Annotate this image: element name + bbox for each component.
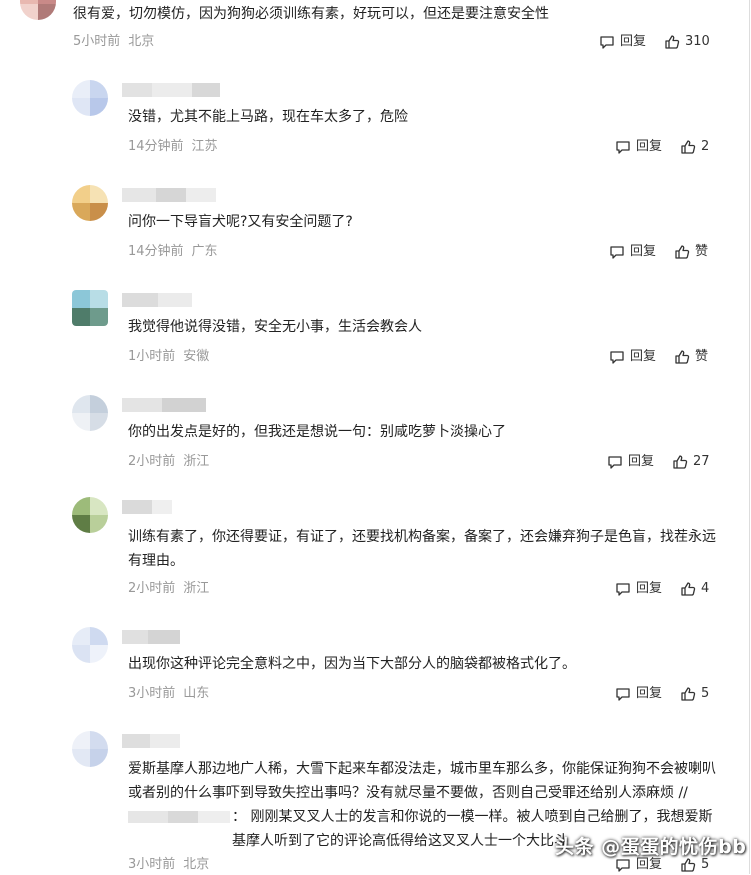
comment-location: 广东 [191,244,218,259]
comment-text: 没错，尤其不能上马路，现在车太多了，危险 [128,109,408,125]
like-count: 赞 [695,244,709,259]
like-button[interactable]: 310 [664,32,710,52]
like-button[interactable]: 5 [680,684,709,704]
thumbs-up-icon [673,455,688,469]
like-count: 赞 [695,349,709,364]
comment-location: 北京 [128,34,155,49]
reply-icon [600,36,614,49]
reply-label: 回复 [620,34,647,49]
comment-meta: 14分钟前 江苏 [128,137,218,157]
reply-label: 回复 [636,139,663,154]
avatar[interactable] [72,290,108,326]
reply-label: 回复 [636,581,663,596]
comment-item: 我觉得他说得没错，安全无小事，生活会教会人 1小时前 安徽 回复 赞 [0,290,751,390]
comment-text: 问你一下导盲犬呢?又有安全问题了? [128,214,353,230]
reply-label: 回复 [630,244,657,259]
comment-location: 江苏 [191,139,218,154]
reply-icon [616,688,630,701]
comment-location: 安徽 [183,349,210,364]
comment-location: 北京 [183,857,210,872]
comment-meta: 5小时前 北京 [73,32,154,52]
reply-button[interactable]: 回复 [609,242,656,262]
like-count: 5 [701,686,710,701]
thumbs-up-icon [681,858,696,872]
reply-label: 回复 [630,349,657,364]
thumbs-up-icon [681,582,696,596]
avatar[interactable] [72,731,108,767]
like-button[interactable]: 赞 [674,242,708,262]
comment-location: 浙江 [183,581,210,596]
comment-time: 3小时前 [128,857,176,872]
comment-item: 训练有素了，你还得要证，有证了，还要找机构备案，备案了，还会嫌弃狗子是色盲，找茬… [0,497,751,597]
username-blurred[interactable] [122,398,222,412]
comment-time: 2小时前 [128,454,176,469]
comment-time: 2小时前 [128,581,176,596]
reply-icon [616,141,630,154]
comment-time: 1小时前 [128,349,176,364]
comment-text: 训练有素了，你还得要证，有证了，还要找机构备案，备案了，还会嫌弃狗子是色盲，找茬… [128,529,716,569]
username-blurred[interactable] [122,188,222,202]
comment-location: 浙江 [183,454,210,469]
avatar[interactable] [72,627,108,663]
reply-icon [610,351,624,364]
like-button[interactable]: 27 [672,452,710,472]
reply-button[interactable]: 回复 [609,347,656,367]
comment-meta: 2小时前 浙江 [128,452,209,472]
comment-item: 问你一下导盲犬呢?又有安全问题了? 14分钟前 广东 回复 赞 [0,185,751,285]
like-count: 27 [693,454,710,469]
reply-icon [616,859,630,872]
reply-button[interactable]: 回复 [615,684,662,704]
comment-meta: 14分钟前 广东 [128,242,218,262]
avatar[interactable] [20,0,56,20]
watermark: 头条 @蛋蛋的忧伤bb [555,836,747,858]
reply-button[interactable]: 回复 [615,579,662,599]
username-blurred[interactable] [122,500,222,514]
comment-text: 你的出发点是好的，但我还是想说一句：别咸吃萝卜淡操心了 [128,424,506,440]
avatar[interactable] [72,497,108,533]
comment-meta: 1小时前 安徽 [128,347,209,367]
thumbs-up-icon [681,140,696,154]
username-blurred[interactable] [122,293,222,307]
comment-location: 山东 [183,686,210,701]
reply-button[interactable]: 回复 [615,137,662,157]
comment-meta: 3小时前 北京 [128,855,209,875]
comment-text: 爱斯基摩人那边地广人稀，大雪下起来车都没法走，城市里车那么多，你能保证狗狗不会被… [128,761,716,801]
thumbs-up-icon [665,35,680,49]
like-count: 310 [685,34,710,49]
comment-time: 14分钟前 [128,244,184,259]
comment-text: 我觉得他说得没错，安全无小事，生活会教会人 [128,319,422,335]
like-button[interactable]: 2 [680,137,709,157]
like-button[interactable]: 4 [680,579,709,599]
comment-item: 没错，尤其不能上马路，现在车太多了，危险 14分钟前 江苏 回复 2 [0,80,751,180]
comment-time: 14分钟前 [128,139,184,154]
reply-button[interactable]: 回复 [607,452,654,472]
comment-text: 很有爱，切勿模仿，因为狗狗必须训练有素，好玩可以，但还是要注意安全性 [73,6,549,22]
reply-label: 回复 [636,686,663,701]
comment-text: 出现你这种评论完全意料之中，因为当下大部分人的脑袋都被格式化了。 [128,656,576,672]
reply-icon [608,456,622,469]
comment-item: 出现你这种评论完全意料之中，因为当下大部分人的脑袋都被格式化了。 3小时前 山东 … [0,627,751,727]
thumbs-up-icon [675,350,690,364]
comment-meta: 2小时前 浙江 [128,579,209,599]
comment-item: 你的出发点是好的，但我还是想说一句：别咸吃萝卜淡操心了 2小时前 浙江 回复 27 [0,395,751,495]
like-count: 2 [701,139,710,154]
avatar[interactable] [72,185,108,221]
reply-icon [610,246,624,259]
comment-meta: 3小时前 山东 [128,684,209,704]
username-blurred[interactable] [122,734,222,748]
avatar[interactable] [72,80,108,116]
avatar[interactable] [72,395,108,431]
like-count: 4 [701,581,710,596]
username-blurred[interactable] [122,83,222,97]
thumbs-up-icon [675,245,690,259]
comment-time: 3小时前 [128,686,176,701]
like-button[interactable]: 赞 [674,347,708,367]
quoted-username-blurred[interactable] [128,811,238,823]
reply-button[interactable]: 回复 [599,32,646,52]
reply-icon [616,583,630,596]
thumbs-up-icon [681,687,696,701]
username-blurred[interactable] [122,630,222,644]
comment-time: 5小时前 [73,34,121,49]
reply-label: 回复 [628,454,655,469]
